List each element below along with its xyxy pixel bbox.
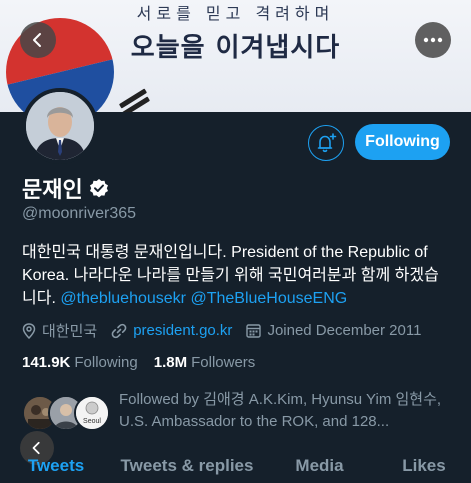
avatar-portrait xyxy=(26,92,94,160)
back-arrow-icon xyxy=(33,33,41,47)
followers-label: Followers xyxy=(191,354,256,371)
tab-likes[interactable]: Likes xyxy=(377,448,471,483)
tab-tweets-replies[interactable]: Tweets & replies xyxy=(112,448,262,483)
profile-location: 대한민국 xyxy=(22,320,97,341)
followers-count-link[interactable]: 1.8M Followers xyxy=(154,354,256,371)
tab-tweets[interactable]: Tweets xyxy=(0,448,112,483)
bio-mention-link[interactable]: @TheBlueHouseENG xyxy=(190,290,347,307)
profile-handle: @moonriver365 xyxy=(22,205,137,222)
location-pin-icon xyxy=(22,322,36,339)
website-link[interactable]: president.go.kr xyxy=(133,322,232,339)
bell-plus-icon xyxy=(317,133,337,153)
back-button[interactable] xyxy=(20,22,56,58)
link-icon xyxy=(111,323,127,338)
following-button[interactable]: Following xyxy=(355,124,450,160)
more-options-button[interactable] xyxy=(415,22,451,58)
follow-counts: 141.9K Following 1.8M Followers xyxy=(22,354,255,371)
following-label: Following xyxy=(74,354,138,371)
profile-name: 문재인 xyxy=(22,178,83,203)
profile-tabs: Tweets Tweets & replies Media Likes xyxy=(0,448,471,483)
notifications-button[interactable] xyxy=(308,125,344,161)
joined-text: Joined December 2011 xyxy=(267,322,422,339)
followers-count: 1.8M xyxy=(153,354,188,371)
bio-mention-link[interactable]: @thebluehousekr xyxy=(60,290,186,307)
followed-by-text: Followed by 김애경 A.K.Kim, Hyunsu Yim 임현수,… xyxy=(119,391,442,430)
more-icon xyxy=(423,37,443,43)
seoul-badge: Seoul xyxy=(83,418,101,425)
profile-bio: 대한민국 대통령 문재인입니다. President of the Republ… xyxy=(22,241,452,310)
profile-website[interactable]: president.go.kr xyxy=(111,322,232,339)
avatar[interactable] xyxy=(22,88,98,164)
banner-slogan-top: 서로를 믿고 격려하며 xyxy=(136,4,335,23)
verified-badge-icon xyxy=(89,179,108,198)
location-text: 대한민국 xyxy=(42,323,98,340)
calendar-icon xyxy=(246,324,262,338)
profile-name-row: 문재인 xyxy=(22,172,109,204)
following-count: 141.9K xyxy=(22,354,71,371)
tab-media[interactable]: Media xyxy=(262,448,377,483)
following-count-link[interactable]: 141.9K Following xyxy=(22,354,138,371)
banner-slogan-main: 오늘을 이겨냅시다 xyxy=(130,33,341,63)
follower-avatar: Seoul xyxy=(74,395,110,431)
profile-meta: 대한민국 president.go.kr Joined December 201… xyxy=(22,320,435,341)
profile-joined: Joined December 2011 xyxy=(246,322,421,339)
